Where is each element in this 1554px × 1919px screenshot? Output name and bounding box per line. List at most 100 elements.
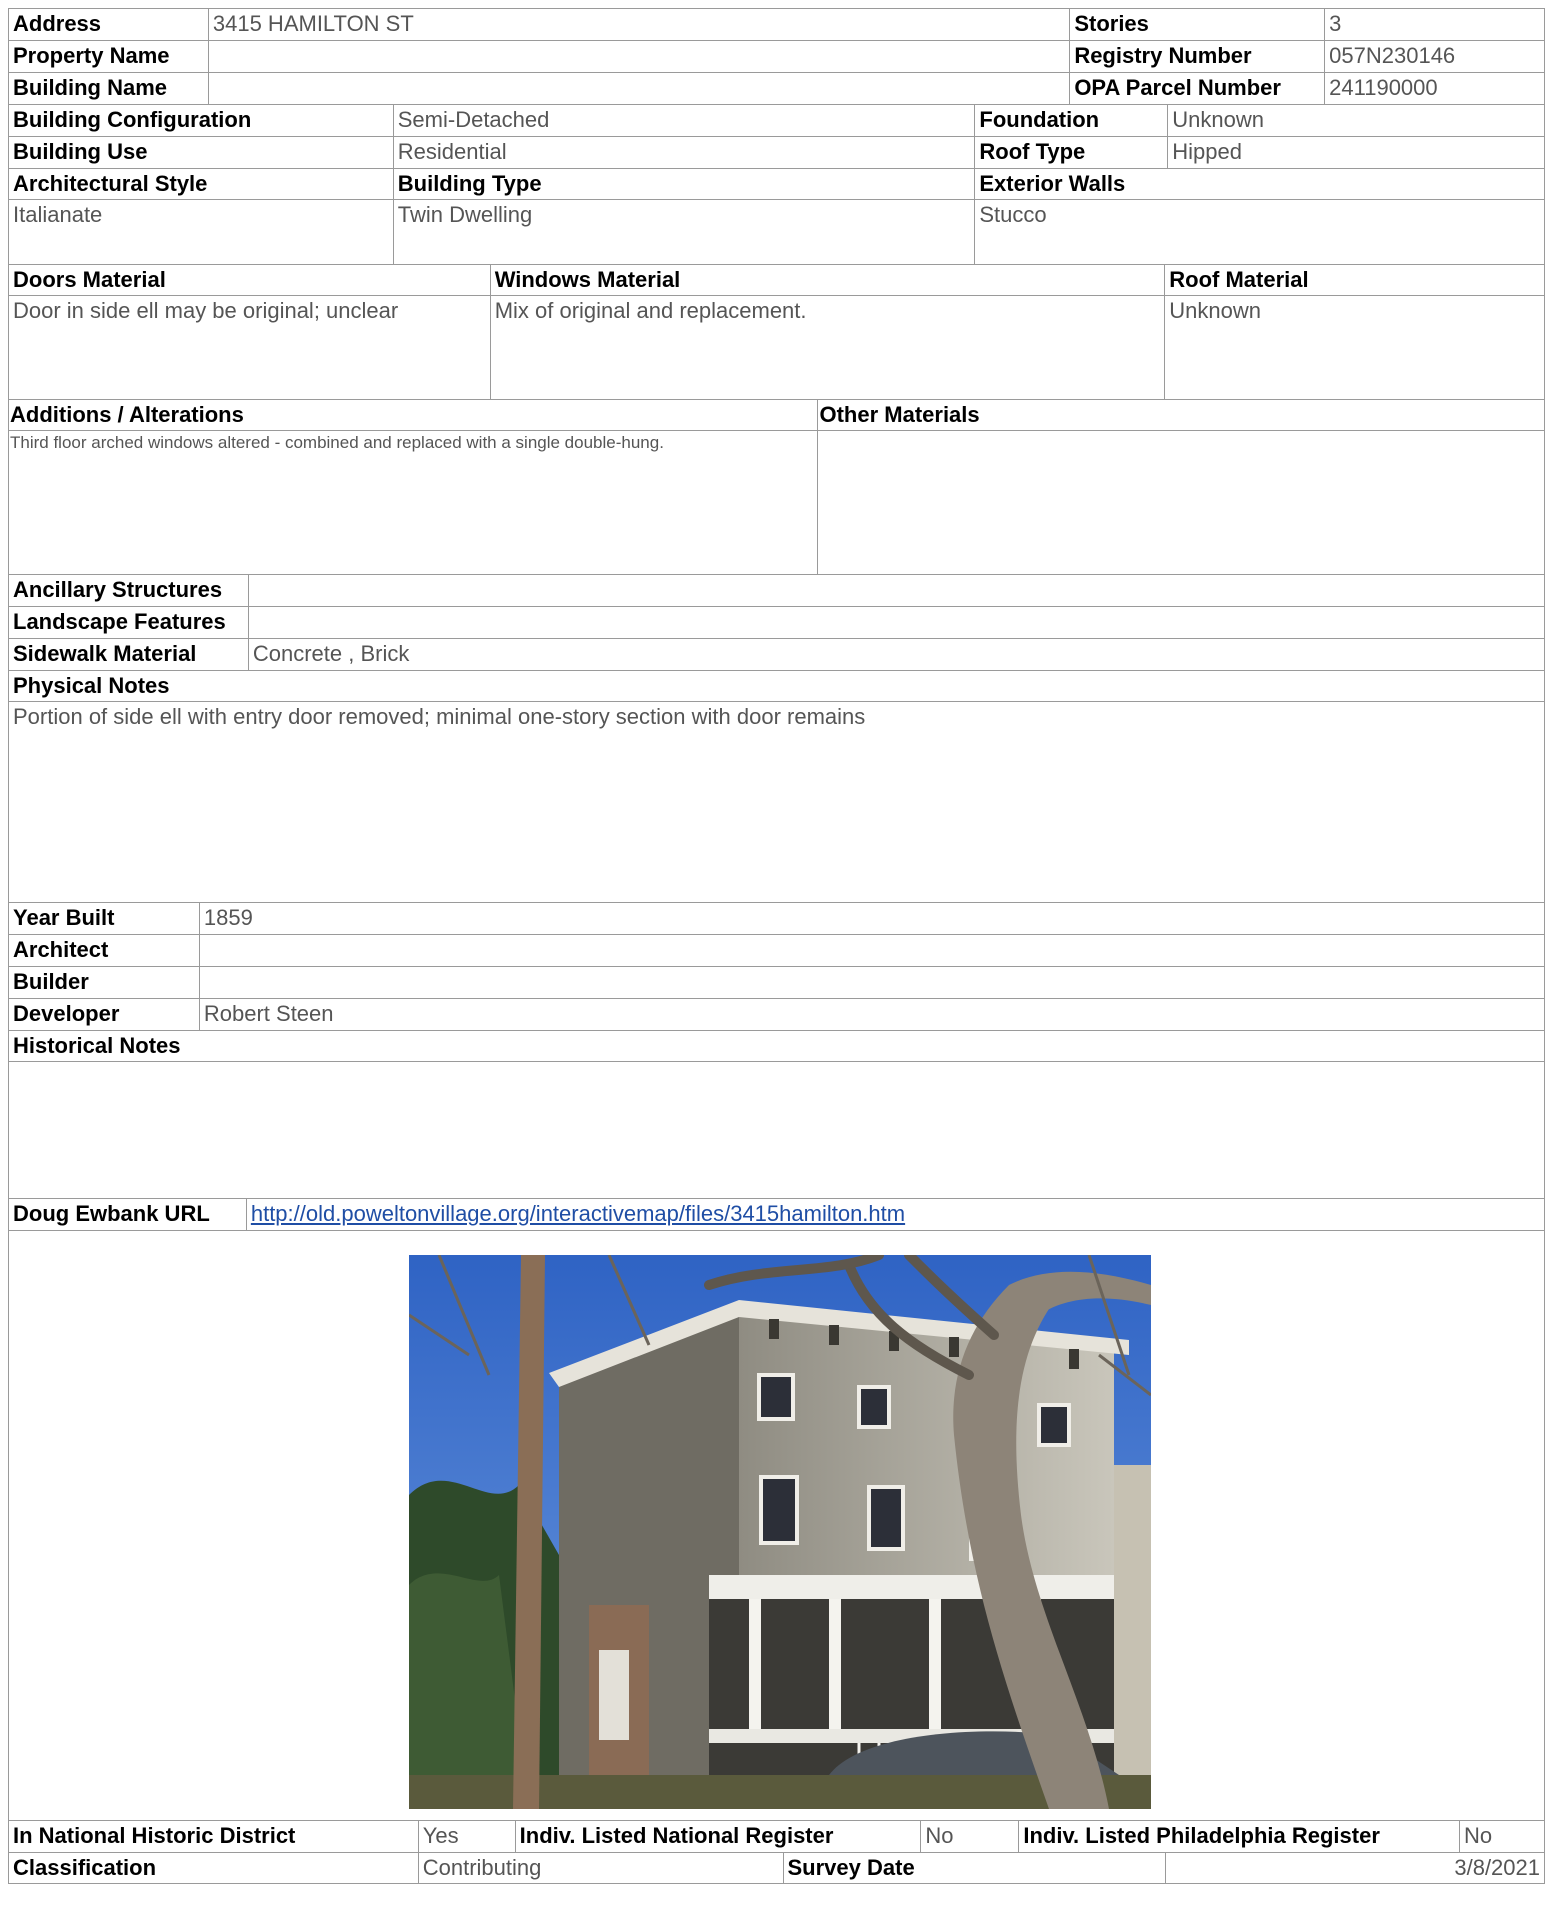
year-built-label: Year Built xyxy=(9,903,200,934)
ancillary-row: Ancillary Structures xyxy=(8,574,1545,606)
roof-type-value: Hipped xyxy=(1168,137,1545,168)
opa-parcel-label: OPA Parcel Number xyxy=(1070,73,1326,104)
ancillary-value xyxy=(249,575,1545,606)
other-materials-label: Other Materials xyxy=(818,400,1544,431)
additions-cell: Additions / Alterations Third floor arch… xyxy=(9,400,819,574)
building-use-row: Building Use Residential Roof Type Hippe… xyxy=(8,136,1545,168)
exterior-walls-value: Stucco xyxy=(979,202,1047,227)
ewbank-url-link[interactable]: http://old.poweltonvillage.org/interacti… xyxy=(251,1201,905,1226)
building-config-value: Semi-Detached xyxy=(394,105,976,136)
foundation-label: Foundation xyxy=(975,105,1169,136)
sidewalk-value: Concrete , Brick xyxy=(249,639,1545,670)
indiv-national-label: Indiv. Listed National Register xyxy=(516,1821,922,1852)
windows-material-label: Windows Material xyxy=(490,265,1165,296)
landscape-row: Landscape Features xyxy=(8,606,1545,638)
physical-notes-label: Physical Notes xyxy=(9,671,1544,702)
architect-label: Architect xyxy=(9,935,200,966)
windows-material-value: Mix of original and replacement. xyxy=(494,298,807,323)
physical-notes-value: Portion of side ell with entry door remo… xyxy=(13,704,866,729)
registry-number-value: 057N230146 xyxy=(1325,41,1546,72)
building-type-cell: Building Type Twin Dwelling xyxy=(393,169,976,264)
building-config-row: Building Configuration Semi-Detached Fou… xyxy=(8,104,1545,136)
classification-value: Contributing xyxy=(419,1853,784,1883)
ewbank-label: Doug Ewbank URL xyxy=(9,1199,247,1230)
ewbank-url-cell: http://old.poweltonvillage.org/interacti… xyxy=(247,1199,1545,1230)
architect-value xyxy=(200,935,1545,966)
additions-label: Additions / Alterations xyxy=(9,400,818,431)
address-row: Address 3415 HAMILTON ST Stories 3 xyxy=(8,8,1546,40)
landscape-value xyxy=(249,607,1545,638)
developer-row: Developer Robert Steen xyxy=(8,998,1545,1030)
sidewalk-row: Sidewalk Material Concrete , Brick xyxy=(8,638,1545,670)
doors-material-cell: Doors Material Door in side ell may be o… xyxy=(9,265,491,399)
exterior-walls-label: Exterior Walls xyxy=(975,169,1544,200)
year-built-row: Year Built 1859 xyxy=(8,902,1545,934)
developer-label: Developer xyxy=(9,999,200,1030)
building-use-value: Residential xyxy=(394,137,976,168)
builder-label: Builder xyxy=(9,967,200,998)
opa-parcel-value: 241190000 xyxy=(1325,73,1546,104)
physical-notes-cell: Physical Notes Portion of side ell with … xyxy=(9,671,1545,902)
property-name-value xyxy=(209,41,1071,72)
property-survey-form: Address 3415 HAMILTON ST Stories 3 Prope… xyxy=(8,8,1546,1884)
style-type-walls-row: Architectural Style Italianate Building … xyxy=(8,168,1545,264)
historical-notes-label: Historical Notes xyxy=(9,1031,1544,1062)
historical-notes-value xyxy=(9,1062,1544,1066)
photo-row xyxy=(8,1230,1545,1820)
address-label: Address xyxy=(9,9,209,40)
register-row: In National Historic District Yes Indiv.… xyxy=(8,1820,1545,1852)
exterior-walls-cell: Exterior Walls Stucco xyxy=(975,169,1545,264)
survey-date-label: Survey Date xyxy=(784,1853,1167,1883)
roof-material-label: Roof Material xyxy=(1165,265,1544,296)
physical-notes-row: Physical Notes Portion of side ell with … xyxy=(8,670,1545,902)
builder-value xyxy=(200,967,1545,998)
registry-number-label: Registry Number xyxy=(1070,41,1326,72)
indiv-phila-label: Indiv. Listed Philadelphia Register xyxy=(1019,1821,1461,1852)
survey-date-value: 3/8/2021 xyxy=(1166,1853,1545,1883)
other-materials-value xyxy=(818,431,1544,435)
building-photo xyxy=(409,1255,1151,1809)
building-config-label: Building Configuration xyxy=(9,105,394,136)
landscape-label: Landscape Features xyxy=(9,607,249,638)
materials-row: Doors Material Door in side ell may be o… xyxy=(8,264,1545,399)
arch-style-value: Italianate xyxy=(13,202,103,227)
additions-value: Third floor arched windows altered - com… xyxy=(10,433,664,452)
ancillary-label: Ancillary Structures xyxy=(9,575,249,606)
year-built-value: 1859 xyxy=(200,903,1545,934)
property-name-row: Property Name Registry Number 057N230146 xyxy=(8,40,1546,72)
doors-material-label: Doors Material xyxy=(9,265,490,296)
building-name-label: Building Name xyxy=(9,73,209,104)
stories-value: 3 xyxy=(1325,9,1546,40)
building-name-row: Building Name OPA Parcel Number 24119000… xyxy=(8,72,1546,104)
other-materials-cell: Other Materials xyxy=(818,400,1545,574)
foundation-value: Unknown xyxy=(1168,105,1545,136)
architect-row: Architect xyxy=(8,934,1545,966)
indiv-national-value: No xyxy=(921,1821,1020,1852)
building-type-value: Twin Dwelling xyxy=(397,202,533,227)
arch-style-cell: Architectural Style Italianate xyxy=(9,169,394,264)
classification-row: Classification Contributing Survey Date … xyxy=(8,1852,1545,1884)
roof-type-label: Roof Type xyxy=(975,137,1169,168)
stories-label: Stories xyxy=(1070,9,1326,40)
additions-row: Additions / Alterations Third floor arch… xyxy=(8,399,1545,574)
historical-notes-row: Historical Notes xyxy=(8,1030,1545,1198)
classification-label: Classification xyxy=(9,1853,419,1883)
historical-notes-cell: Historical Notes xyxy=(9,1031,1545,1198)
doors-material-value: Door in side ell may be original; unclea… xyxy=(13,298,399,323)
address-value: 3415 HAMILTON ST xyxy=(209,9,1071,40)
ewbank-row: Doug Ewbank URL http://old.poweltonvilla… xyxy=(8,1198,1545,1230)
sidewalk-label: Sidewalk Material xyxy=(9,639,249,670)
windows-material-cell: Windows Material Mix of original and rep… xyxy=(490,265,1166,399)
roof-material-cell: Roof Material Unknown xyxy=(1165,265,1545,399)
roof-material-value: Unknown xyxy=(1169,298,1261,323)
arch-style-label: Architectural Style xyxy=(9,169,393,200)
builder-row: Builder xyxy=(8,966,1545,998)
building-name-value xyxy=(209,73,1071,104)
national-district-value: Yes xyxy=(419,1821,516,1852)
building-use-label: Building Use xyxy=(9,137,394,168)
building-type-label: Building Type xyxy=(393,169,975,200)
developer-value: Robert Steen xyxy=(200,999,1545,1030)
indiv-phila-value: No xyxy=(1460,1821,1545,1852)
national-district-label: In National Historic District xyxy=(9,1821,419,1852)
property-name-label: Property Name xyxy=(9,41,209,72)
